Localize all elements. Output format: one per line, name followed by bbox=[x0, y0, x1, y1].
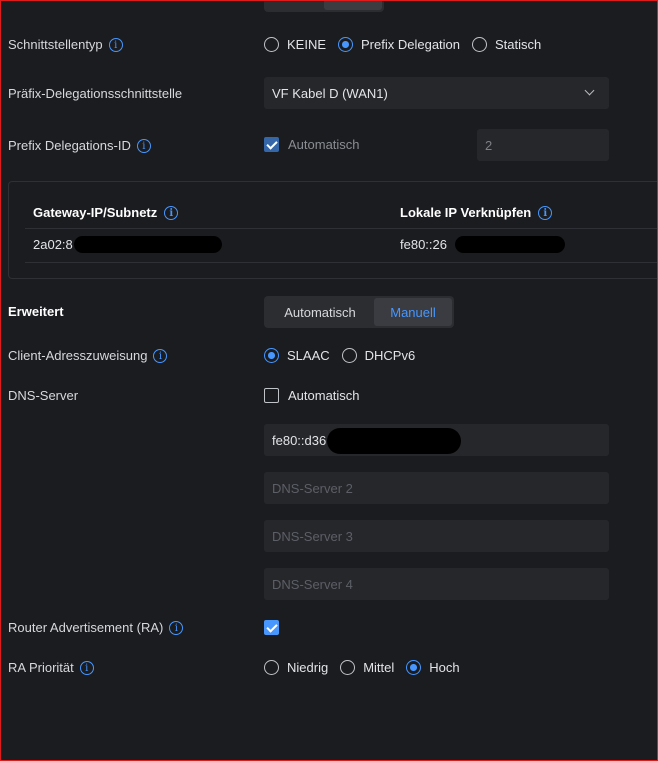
router-advertisement-checkbox[interactable] bbox=[264, 620, 279, 635]
dns-server-3-placeholder: DNS-Server 3 bbox=[272, 528, 353, 544]
ra-priority-text: RA Priorität bbox=[8, 660, 74, 675]
ra-priority-label: RA Priorität i bbox=[8, 660, 94, 675]
dns-server-2-input[interactable]: DNS-Server 2 bbox=[264, 472, 609, 504]
table-cell-local-ip-text: fe80::26 bbox=[400, 237, 447, 252]
dns-auto-checkbox[interactable] bbox=[264, 388, 279, 403]
prefix-delegation-id-auto-checkbox[interactable] bbox=[264, 137, 279, 152]
radio-option-prefix-delegation[interactable]: Prefix Delegation bbox=[338, 37, 460, 52]
radio-prefix-delegation-label: Prefix Delegation bbox=[361, 37, 461, 52]
radio-slaac-label: SLAAC bbox=[287, 348, 330, 363]
segment-automatisch[interactable]: Automatisch bbox=[266, 298, 374, 326]
radio-dhcpv6[interactable] bbox=[341, 348, 357, 363]
radio-keine[interactable] bbox=[264, 37, 279, 52]
prefix-delegation-interface-label: Präfix-Delegationsschnittstelle bbox=[8, 86, 182, 101]
interface-type-label: Schnittstellentyp i bbox=[8, 37, 123, 52]
client-address-text: Client-Adresszuweisung bbox=[8, 348, 148, 363]
radio-option-statisch[interactable]: Statisch bbox=[472, 37, 541, 52]
radio-hoch[interactable] bbox=[406, 660, 422, 675]
dns-server-4-placeholder: DNS-Server 4 bbox=[272, 576, 353, 592]
prefix-delegation-interface-select[interactable]: VF Kabel D (WAN1) bbox=[264, 77, 609, 109]
prefix-delegation-interface-text: Präfix-Delegationsschnittstelle bbox=[8, 86, 183, 101]
info-icon[interactable]: i bbox=[108, 37, 123, 52]
client-address-radio-group: SLAAC DHCPv6 bbox=[264, 348, 427, 363]
info-icon[interactable]: i bbox=[153, 348, 168, 363]
prefix-delegation-id-value: 2 bbox=[485, 137, 493, 153]
table-cell-local-ip: fe80::26 bbox=[400, 237, 447, 252]
table-header-gateway-text: Gateway-IP/Subnetz bbox=[33, 205, 158, 220]
dns-auto-label: Automatisch bbox=[288, 388, 360, 403]
ra-priority-radio-group: Niedrig Mittel Hoch bbox=[264, 660, 472, 675]
prefix-delegation-id-input[interactable]: 2 bbox=[477, 129, 609, 161]
interface-type-text: Schnittstellentyp bbox=[8, 37, 103, 52]
radio-niedrig[interactable] bbox=[264, 660, 279, 675]
dns-server-label: DNS-Server bbox=[8, 388, 78, 403]
radio-option-mittel[interactable]: Mittel bbox=[340, 660, 394, 675]
dns-server-3-input[interactable]: DNS-Server 3 bbox=[264, 520, 609, 552]
radio-slaac[interactable] bbox=[264, 348, 279, 363]
dns-server-text: DNS-Server bbox=[8, 388, 79, 403]
redaction-mark bbox=[327, 428, 461, 454]
radio-option-slaac[interactable]: SLAAC bbox=[264, 348, 330, 363]
prefix-delegation-id-text: Prefix Delegations-ID bbox=[8, 138, 131, 153]
dns-auto[interactable]: Automatisch bbox=[264, 388, 360, 403]
chevron-down-icon bbox=[584, 85, 595, 96]
info-icon[interactable]: i bbox=[136, 138, 151, 153]
radio-option-hoch[interactable]: Hoch bbox=[406, 660, 460, 675]
prefix-delegation-interface-value: VF Kabel D (WAN1) bbox=[272, 85, 388, 101]
table-header-gateway: Gateway-IP/Subnetz i bbox=[33, 205, 179, 220]
radio-mittel-label: Mittel bbox=[363, 660, 395, 675]
radio-dhcpv6-label: DHCPv6 bbox=[364, 348, 416, 363]
info-icon[interactable]: i bbox=[538, 205, 553, 220]
table-row-divider bbox=[25, 262, 658, 263]
radio-prefix-delegation[interactable] bbox=[338, 37, 354, 52]
segment-manuell[interactable]: Manuell bbox=[374, 298, 452, 326]
top-segment-partial bbox=[264, 0, 384, 12]
advanced-text: Erweitert bbox=[8, 304, 64, 319]
radio-statisch-label: Statisch bbox=[495, 37, 542, 52]
advanced-label: Erweitert bbox=[8, 304, 64, 319]
radio-option-dhcpv6[interactable]: DHCPv6 bbox=[341, 348, 416, 363]
advanced-segmented-control: Automatisch Manuell bbox=[264, 296, 454, 328]
radio-hoch-label: Hoch bbox=[429, 660, 460, 675]
prefix-delegation-id-auto[interactable]: Automatisch bbox=[264, 137, 360, 152]
radio-keine-label: KEINE bbox=[287, 37, 327, 52]
radio-statisch[interactable] bbox=[472, 37, 488, 52]
interface-type-radio-group: KEINE Prefix Delegation Statisch bbox=[264, 37, 553, 52]
redaction-mark bbox=[74, 236, 222, 253]
router-advertisement-toggle[interactable] bbox=[264, 620, 279, 635]
info-icon[interactable]: i bbox=[164, 205, 179, 220]
table-cell-gateway-text: 2a02:8 bbox=[33, 237, 73, 252]
table-header-local-ip-text: Lokale IP Verknüpfen bbox=[400, 205, 532, 220]
radio-niedrig-label: Niedrig bbox=[287, 660, 329, 675]
table-header-local-ip: Lokale IP Verknüpfen i bbox=[400, 205, 553, 220]
info-icon[interactable]: i bbox=[79, 660, 94, 675]
dns-server-4-input[interactable]: DNS-Server 4 bbox=[264, 568, 609, 600]
table-header-divider bbox=[25, 228, 658, 229]
gateway-table-card bbox=[8, 181, 658, 279]
radio-option-keine[interactable]: KEINE bbox=[264, 37, 326, 52]
router-advertisement-text: Router Advertisement (RA) bbox=[8, 620, 164, 635]
table-cell-gateway: 2a02:8 bbox=[33, 237, 73, 252]
radio-option-niedrig[interactable]: Niedrig bbox=[264, 660, 328, 675]
info-icon[interactable]: i bbox=[169, 620, 184, 635]
client-address-label: Client-Adresszuweisung i bbox=[8, 348, 168, 363]
redaction-mark bbox=[455, 236, 565, 253]
radio-mittel[interactable] bbox=[340, 660, 356, 675]
screenshot-frame bbox=[0, 0, 658, 761]
dns-server-2-placeholder: DNS-Server 2 bbox=[272, 480, 353, 496]
prefix-delegation-id-label: Prefix Delegations-ID i bbox=[8, 138, 151, 153]
prefix-delegation-id-auto-label: Automatisch bbox=[288, 137, 360, 152]
dns-server-1-value: fe80::d36 bbox=[272, 432, 327, 448]
router-advertisement-label: Router Advertisement (RA) i bbox=[8, 620, 184, 635]
